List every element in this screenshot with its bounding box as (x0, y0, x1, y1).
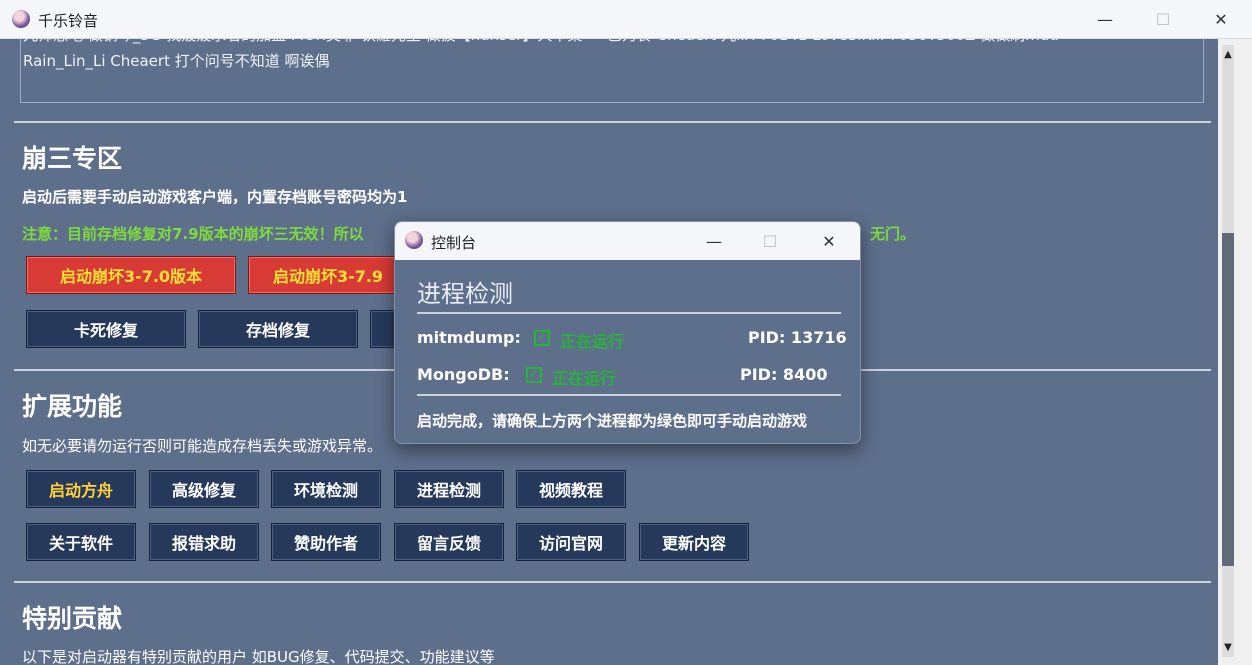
credits-text: 冗师怒吧 做钢琴_3G 找媛媛求着的加盟 MOri奥菲 铁羅先生 做披【huns… (23, 39, 1193, 74)
process-status: 正在运行 (560, 332, 625, 351)
close-button[interactable]: ✕ (1192, 0, 1250, 38)
window-titlebar: 千乐铃音 — ☐ ✕ (0, 0, 1252, 39)
scroll-up-arrow-icon[interactable]: ▲ (1222, 49, 1234, 61)
website-button[interactable]: 访问官网 (516, 523, 626, 561)
console-close-button[interactable]: ✕ (800, 222, 858, 260)
minimize-button[interactable]: — (1076, 0, 1134, 38)
special-desc: 以下是对启动器有特别贡献的用户 如BUG修复、代码提交、功能建议等 (22, 648, 495, 665)
credits-line-2: Rain_Lin_Li Cheaert 打个问号不知道 啊诶偶 (23, 52, 330, 70)
window-title: 千乐铃音 (38, 12, 99, 30)
feedback-button[interactable]: 留言反馈 (394, 523, 504, 561)
console-titlebar: 控制台 — ☐ ✕ (395, 222, 860, 260)
scrollbar-thumb[interactable] (1222, 233, 1234, 566)
update-notes-button[interactable]: 更新内容 (639, 523, 749, 561)
launch-honkai-70-button[interactable]: 启动崩坏3-7.0版本 (26, 256, 236, 294)
scroll-down-arrow-icon[interactable]: ▼ (1222, 642, 1234, 654)
advanced-fix-button[interactable]: 高级修复 (149, 470, 259, 508)
divider (14, 581, 1211, 583)
checkbox-checked-icon: ✓ (526, 367, 542, 383)
maximize-button[interactable]: ☐ (1134, 0, 1192, 38)
console-footer: 启动完成，请确保上方两个进程都为绿色即可手动启动游戏 (417, 412, 808, 430)
honkai-note-tail: 无门。 (870, 225, 916, 243)
console-heading: 进程检测 (417, 280, 513, 308)
process-pid: PID: 13716 (748, 328, 847, 347)
video-tutorial-button[interactable]: 视频教程 (516, 470, 626, 508)
special-section-title: 特别贡献 (22, 604, 123, 633)
honkai-note: 注意：目前存档修复对7.9版本的崩坏三无效！所以 (22, 225, 364, 243)
process-name: mitmdump: (417, 328, 521, 347)
process-pid: PID: 8400 (740, 365, 828, 384)
extensions-section-title: 扩展功能 (22, 392, 123, 421)
env-check-button[interactable]: 环境检测 (271, 470, 381, 508)
error-help-button[interactable]: 报错求助 (149, 523, 259, 561)
launch-honkai-79-button[interactable]: 启动崩坏3-7.9 (248, 256, 408, 294)
console-dialog: 控制台 — ☐ ✕ 进程检测 mitmdump: ✓ 正在运行 PID: 137… (394, 221, 861, 444)
console-divider (417, 394, 841, 396)
freeze-fix-button[interactable]: 卡死修复 (26, 310, 186, 348)
console-minimize-button[interactable]: — (685, 222, 743, 260)
credits-line-1: 冗师怒吧 做钢琴_3G 找媛媛求着的加盟 MOri奥菲 铁羅先生 做披【huns… (23, 39, 1193, 48)
console-app-icon (405, 231, 423, 249)
honkai-section-title: 崩三专区 (22, 144, 123, 173)
console-maximize-button[interactable]: ☐ (741, 222, 799, 260)
process-status: 正在运行 (552, 369, 617, 388)
console-divider (417, 312, 841, 314)
launch-ark-button[interactable]: 启动方舟 (26, 470, 136, 508)
sponsor-button[interactable]: 赞助作者 (271, 523, 381, 561)
honkai-desc: 启动后需要手动启动游戏客户端，内置存档账号密码均为1 (22, 188, 408, 206)
app-logo-icon (12, 10, 30, 28)
console-title: 控制台 (431, 234, 477, 252)
save-fix-button[interactable]: 存档修复 (198, 310, 358, 348)
credits-box: 冗师怒吧 做钢琴_3G 找媛媛求着的加盟 MOri奥菲 铁羅先生 做披【huns… (20, 39, 1204, 103)
divider (14, 121, 1211, 123)
process-name: MongoDB: (417, 365, 510, 384)
extensions-desc: 如无必要请勿运行否则可能造成存档丢失或游戏异常。 (22, 437, 383, 455)
about-button[interactable]: 关于软件 (26, 523, 136, 561)
vertical-scrollbar[interactable]: ▲ ▼ (1218, 39, 1252, 665)
process-check-button[interactable]: 进程检测 (394, 470, 504, 508)
checkbox-checked-icon: ✓ (534, 330, 550, 346)
